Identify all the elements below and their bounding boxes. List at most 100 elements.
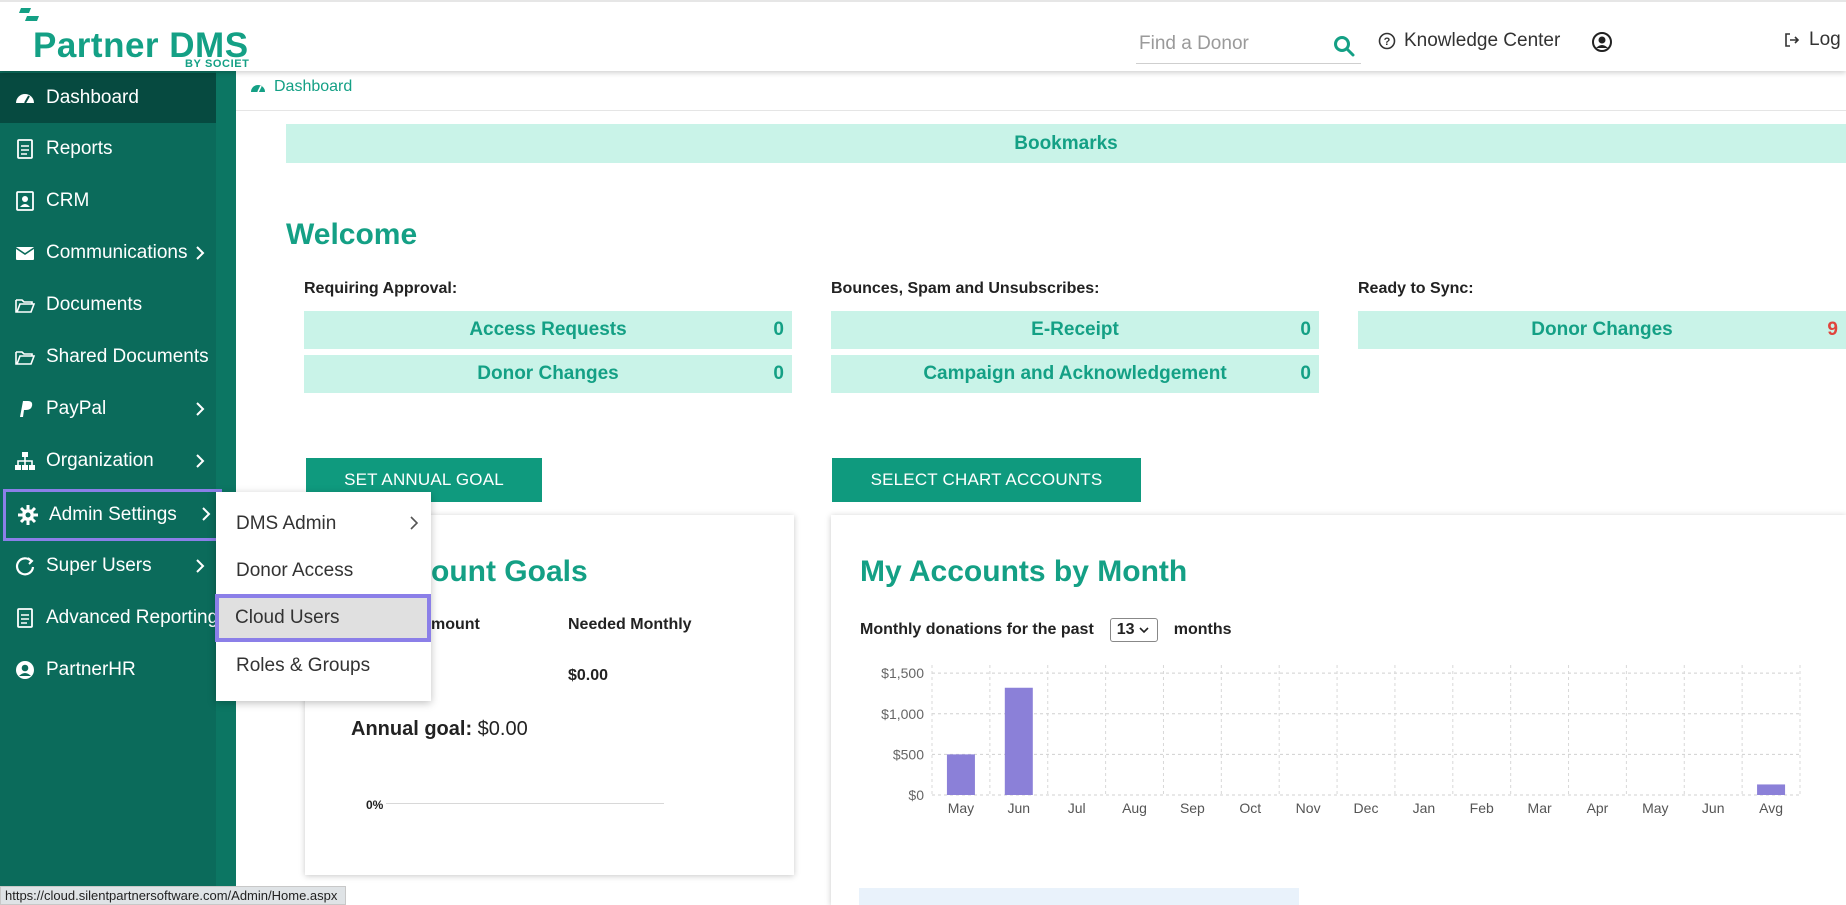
- logout-link[interactable]: Log: [1783, 29, 1841, 51]
- search-input[interactable]: Find a Donor: [1139, 33, 1249, 55]
- sidebar-item-label: Admin Settings: [49, 504, 177, 525]
- chevron-right-icon: [410, 516, 419, 530]
- annual-goal: Annual goal: $0.00: [351, 718, 528, 741]
- stat-label: Access Requests: [469, 319, 627, 340]
- dashboard-gauge-icon: [16, 94, 34, 104]
- sidebar-item-partnerhr[interactable]: PartnerHR: [0, 645, 216, 695]
- stat-count: 0: [773, 319, 784, 340]
- breadcrumb[interactable]: Dashboard: [250, 78, 352, 96]
- x-tick-label: Sep: [1180, 800, 1205, 816]
- sidebar-item-label: CRM: [46, 190, 90, 211]
- knowledge-center-label: Knowledge Center: [1404, 30, 1561, 51]
- sidebar-item-label: Organization: [46, 450, 154, 471]
- stat-label: Donor Changes: [477, 363, 619, 384]
- x-tick-label: Jun: [1008, 800, 1031, 816]
- submenu-item-label: Donor Access: [236, 559, 354, 581]
- sidebar-item-documents[interactable]: Documents: [0, 280, 216, 330]
- bookmarks-label: Bookmarks: [1014, 132, 1118, 154]
- sidebar-item-label: PayPal: [46, 398, 107, 419]
- goal-progress-percent: 0%: [366, 798, 384, 812]
- find-donor-search[interactable]: Find a Donor: [1136, 24, 1361, 64]
- report-document-icon: [17, 139, 33, 159]
- monthly-suffix: months: [1173, 621, 1232, 638]
- logout-label: Log: [1809, 29, 1841, 50]
- stat-count: 0: [773, 363, 784, 384]
- sidebar-item-label: Reports: [46, 138, 113, 159]
- sidebar-item-label: Advanced Reporting: [46, 607, 216, 628]
- divider: [236, 110, 1846, 111]
- months-select[interactable]: 13: [1109, 618, 1158, 642]
- submenu-item-roles-groups[interactable]: Roles & Groups: [216, 642, 431, 689]
- user-circle-icon[interactable]: [1591, 31, 1613, 53]
- folder-open-icon: [15, 299, 36, 313]
- logout-icon: [1785, 33, 1800, 47]
- sidebar-item-crm[interactable]: CRM: [0, 176, 216, 226]
- submenu-item-label: Roles & Groups: [236, 654, 371, 676]
- sidebar-item-paypal[interactable]: PayPal: [0, 384, 216, 434]
- goals-needed-value: $0.00: [568, 667, 609, 684]
- monthly-prefix: Monthly donations for the past: [860, 621, 1094, 638]
- refresh-circle-icon: [15, 557, 35, 576]
- admin-settings-submenu: DMS Admin Donor Access Cloud Users Roles…: [215, 492, 431, 701]
- stat-campaign-acknowledgement[interactable]: Campaign and Acknowledgement 0: [831, 355, 1319, 393]
- goal-progress-bar: [386, 803, 664, 804]
- gear-icon: [18, 505, 38, 525]
- bookmarks-bar[interactable]: Bookmarks: [286, 124, 1846, 163]
- folder-open-icon: [15, 351, 36, 365]
- partner-dms-logo[interactable]: Partner DMS BY SOCIET: [17, 6, 257, 70]
- help-circle-icon: ?: [1378, 32, 1396, 50]
- y-tick-label: $1,500: [881, 665, 924, 681]
- sidebar-item-label: Communications: [46, 242, 188, 263]
- stat-count: 0: [1300, 319, 1311, 340]
- requiring-approval-title: Requiring Approval:: [304, 280, 458, 297]
- top-header: Partner DMS BY SOCIET Find a Donor ? Kno…: [0, 0, 1846, 71]
- select-chart-accounts-button[interactable]: SELECT CHART ACCOUNTS: [832, 458, 1141, 502]
- chevron-right-icon: [196, 454, 205, 468]
- dashboard-gauge-icon: [251, 85, 265, 93]
- stat-count: 9: [1827, 319, 1838, 340]
- knowledge-center-link[interactable]: ? Knowledge Center: [1378, 29, 1560, 53]
- sidebar-item-admin-settings[interactable]: Admin Settings: [3, 489, 222, 541]
- sidebar-item-organization[interactable]: Organization: [0, 436, 216, 486]
- months-select-value: 13: [1116, 621, 1135, 638]
- stat-label: E-Receipt: [1031, 319, 1119, 340]
- submenu-item-label: DMS Admin: [236, 512, 337, 534]
- submenu-item-dms-admin[interactable]: DMS Admin: [216, 500, 431, 547]
- org-chart-icon: [15, 452, 35, 470]
- sidebar-item-reports[interactable]: Reports: [0, 124, 216, 174]
- report-document-icon: [17, 608, 33, 628]
- y-tick-label: $500: [893, 746, 924, 762]
- submenu-item-donor-access[interactable]: Donor Access: [216, 547, 431, 594]
- sidebar-item-advanced-reporting[interactable]: Advanced Reporting: [0, 593, 216, 643]
- brand-sub: BY SOCIET: [185, 58, 250, 70]
- stat-donor-changes-sync[interactable]: Donor Changes 9: [1358, 311, 1846, 349]
- stat-label: Donor Changes: [1531, 319, 1673, 340]
- stat-e-receipt[interactable]: E-Receipt 0: [831, 311, 1319, 349]
- goals-amount-header: mount: [431, 616, 480, 633]
- sidebar-item-communications[interactable]: Communications: [0, 228, 216, 278]
- contact-card-icon: [16, 191, 34, 211]
- sidebar-item-dashboard[interactable]: Dashboard: [0, 73, 216, 123]
- stat-donor-changes-approval[interactable]: Donor Changes 0: [304, 355, 792, 393]
- stat-access-requests[interactable]: Access Requests 0: [304, 311, 792, 349]
- sidebar-item-super-users[interactable]: Super Users: [0, 541, 216, 591]
- x-tick-label: Nov: [1296, 800, 1321, 816]
- x-tick-label: Mar: [1528, 800, 1552, 816]
- search-icon[interactable]: [1333, 35, 1355, 57]
- chevron-down-icon: [1138, 627, 1149, 634]
- x-tick-label: May: [948, 800, 974, 816]
- y-tick-label: $0: [908, 787, 924, 803]
- y-tick-label: $1,000: [881, 706, 924, 722]
- accounts-by-month-chart: $1,500 $1,000 $500 $0 May Jun Jul Aug Sep Oct Nov D…: [881, 665, 1801, 816]
- bounces-title: Bounces, Spam and Unsubscribes:: [831, 280, 1100, 297]
- stat-label: Campaign and Acknowledgement: [923, 363, 1227, 384]
- chevron-right-icon: [196, 559, 205, 573]
- sidebar-item-label: Documents: [46, 294, 143, 315]
- goals-needed-header: Needed Monthly: [568, 616, 692, 633]
- annual-goal-label: Annual goal:: [351, 718, 473, 740]
- submenu-item-cloud-users[interactable]: Cloud Users: [215, 594, 431, 642]
- user-circle-icon: [16, 661, 34, 679]
- info-note-strip: [859, 888, 1299, 905]
- x-tick-label: Apr: [1587, 800, 1609, 816]
- sidebar-item-shared-documents[interactable]: Shared Documents: [0, 332, 216, 382]
